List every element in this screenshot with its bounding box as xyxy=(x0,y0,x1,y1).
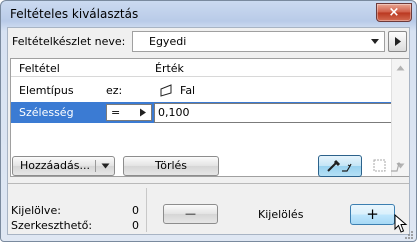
dialog-window: Feltételes kiválasztás × Feltételkészlet… xyxy=(0,0,417,242)
add-to-selection-button[interactable]: + xyxy=(350,204,395,225)
close-button[interactable]: × xyxy=(376,3,412,22)
wall-icon xyxy=(160,84,172,97)
remove-from-selection-button[interactable]: — xyxy=(163,204,218,224)
scroll-up-icon[interactable] xyxy=(396,65,405,71)
condition-cell: Szélesség xyxy=(19,106,74,119)
value-cell: Fal xyxy=(180,84,196,97)
chevron-down-icon xyxy=(101,163,110,169)
operator-dropdown[interactable]: = xyxy=(106,104,152,121)
condition-cell: Elemtípus xyxy=(19,84,74,97)
window-title: Feltételes kiválasztás xyxy=(10,7,139,21)
table-row[interactable]: Elemtípus ez: Fal xyxy=(11,80,391,101)
criteria-set-value: Egyedi xyxy=(149,35,187,48)
eyedropper-icon xyxy=(327,159,352,172)
header-divider xyxy=(11,76,391,77)
delete-button-label: Törlés xyxy=(154,159,188,172)
minus-icon: — xyxy=(185,207,196,220)
operator-value: = xyxy=(111,106,121,119)
criteria-set-row: Feltételkészlet neve: Egyedi xyxy=(8,28,409,56)
add-criteria-button[interactable]: Hozzáadás... xyxy=(12,156,115,176)
condition-column-header: Feltétel xyxy=(19,62,60,75)
value-column-header: Érték xyxy=(155,62,184,75)
split-divider xyxy=(95,160,96,172)
play-right-icon xyxy=(395,37,401,46)
add-button-label: Hozzáadás... xyxy=(20,159,90,172)
editable-count-label: Szerkeszthető: xyxy=(11,219,93,232)
pick-up-parameters-button[interactable] xyxy=(318,155,362,177)
close-icon: × xyxy=(388,5,400,20)
plus-icon: + xyxy=(366,205,379,223)
criteria-set-dropdown[interactable]: Egyedi xyxy=(132,31,385,52)
width-value-input[interactable]: 0,100 xyxy=(154,103,401,123)
next-criteria-button[interactable] xyxy=(388,31,407,52)
editable-count-value: 0 xyxy=(132,219,139,232)
criteria-set-label: Feltételkészlet neve: xyxy=(12,35,126,48)
resize-grip-icon[interactable] xyxy=(404,229,414,239)
operator-cell: ez: xyxy=(106,84,123,97)
delete-criteria-button[interactable]: Törlés xyxy=(123,156,219,176)
match-selection-button[interactable] xyxy=(370,155,404,177)
play-right-icon xyxy=(140,108,146,117)
vertical-divider xyxy=(146,188,147,232)
section-divider xyxy=(8,183,409,184)
dialog-body: Feltételkészlet neve: Egyedi Feltétel Ér… xyxy=(7,27,410,235)
selection-match-icon xyxy=(373,159,402,172)
selected-count-label: Kijelölve: xyxy=(11,204,61,217)
table-row-selected[interactable]: Szélesség = 0,100 xyxy=(11,102,401,123)
selected-count-value: 0 xyxy=(132,204,139,217)
selection-label: Kijelölés xyxy=(258,208,304,221)
title-bar[interactable]: Feltételes kiválasztás × xyxy=(1,1,416,29)
width-value: 0,100 xyxy=(158,106,190,119)
chevron-down-icon xyxy=(371,39,379,44)
